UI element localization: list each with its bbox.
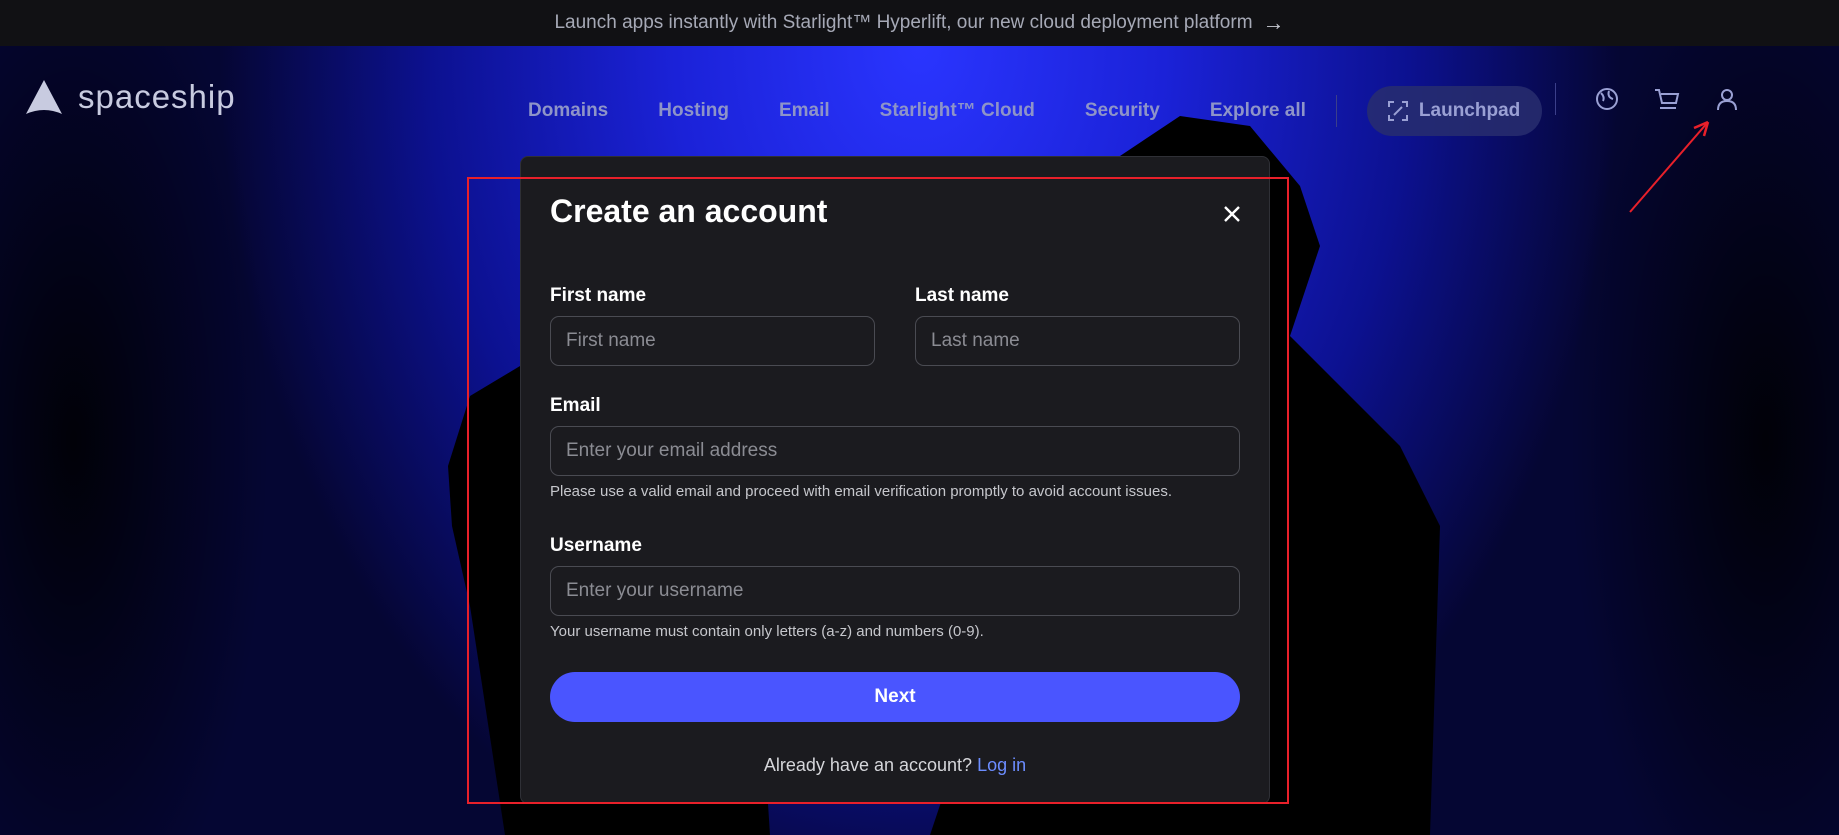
email-label: Email (550, 395, 601, 416)
username-input[interactable] (550, 566, 1240, 616)
last-name-input[interactable] (915, 316, 1240, 366)
nav-security[interactable]: Security (1085, 100, 1160, 122)
banner-text[interactable]: Launch apps instantly with Starlight™ Hy… (554, 12, 1252, 34)
email-input[interactable] (550, 426, 1240, 476)
username-hint: Your username must contain only letters … (550, 623, 984, 640)
modal-title: Create an account (550, 193, 828, 229)
nav-starlight-cloud[interactable]: Starlight™ Cloud (880, 100, 1035, 122)
nav-hosting[interactable]: Hosting (658, 100, 729, 122)
nav-explore-all[interactable]: Explore all (1210, 100, 1306, 122)
launchpad-icon (1387, 101, 1408, 121)
logo-text: spaceship (78, 78, 236, 115)
login-prompt: Already have an account? Log in (521, 755, 1269, 776)
create-account-modal: Create an account First name Last name E… (520, 156, 1270, 804)
next-button[interactable]: Next (550, 672, 1240, 722)
close-icon[interactable] (1217, 199, 1247, 229)
nav-divider (1335, 95, 1337, 127)
last-name-label: Last name (915, 285, 1009, 306)
announcement-banner[interactable]: Launch apps instantly with Starlight™ Hy… (0, 0, 1839, 46)
spaceship-logo[interactable]: spaceship (24, 78, 236, 116)
header-icons (1555, 83, 1740, 115)
nav-domains[interactable]: Domains (528, 100, 608, 122)
login-prompt-text: Already have an account? (763, 755, 973, 775)
nav-email[interactable]: Email (779, 100, 830, 122)
main-nav: Domains Hosting Email Starlight™ Cloud S… (528, 86, 1543, 136)
first-name-input[interactable] (550, 316, 875, 366)
email-hint: Please use a valid email and proceed wit… (550, 483, 1172, 500)
launchpad-label: Launchpad (1418, 100, 1521, 121)
arrow-right-icon[interactable]: → (1263, 10, 1285, 36)
icons-divider (1555, 83, 1556, 115)
launchpad-button[interactable]: Launchpad (1366, 86, 1543, 136)
username-label: Username (550, 535, 642, 556)
language-icon[interactable] (1594, 86, 1620, 112)
login-link[interactable]: Log in (977, 755, 1026, 775)
first-name-label: First name (550, 285, 647, 306)
cart-icon[interactable] (1654, 86, 1680, 112)
user-icon[interactable] (1714, 86, 1740, 112)
spaceship-logo-icon (26, 80, 62, 114)
